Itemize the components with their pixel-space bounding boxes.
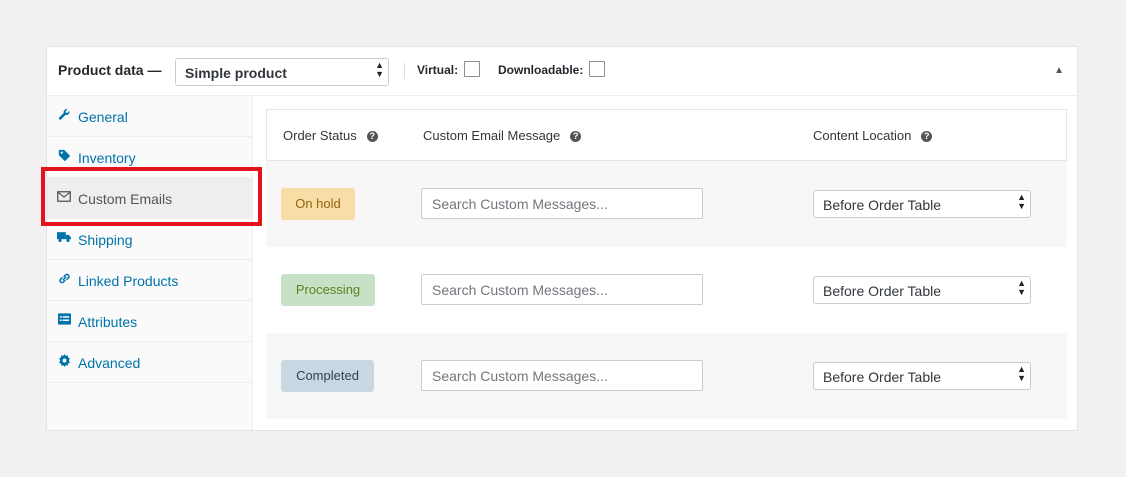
truck-icon bbox=[57, 230, 71, 244]
header-divider bbox=[404, 63, 405, 79]
tab-inventory[interactable]: Inventory bbox=[47, 137, 252, 178]
tab-label: Advanced bbox=[78, 355, 141, 371]
downloadable-checkbox[interactable] bbox=[589, 61, 605, 77]
status-badge: On hold bbox=[281, 188, 355, 220]
select-arrows-icon: ▲ ▼ bbox=[375, 60, 384, 79]
tag-icon bbox=[57, 148, 71, 162]
content-location-value: Before Order Table bbox=[823, 369, 942, 385]
column-header-content-location: Content Location? bbox=[813, 128, 933, 143]
tab-custom-emails[interactable]: Custom Emails bbox=[47, 178, 252, 219]
product-type-select[interactable]: Simple product ▲ ▼ bbox=[175, 58, 389, 86]
content-location-select[interactable]: Before Order Table ▲ ▼ bbox=[813, 276, 1031, 304]
tab-label: Attributes bbox=[78, 314, 138, 330]
tab-label: Custom Emails bbox=[78, 191, 173, 207]
tab-label: Shipping bbox=[78, 232, 133, 248]
tab-linked-products[interactable]: Linked Products bbox=[47, 260, 252, 301]
link-icon bbox=[57, 271, 71, 285]
product-data-panel: Product data — Simple product ▲ ▼ Virtual… bbox=[41, 46, 1078, 431]
help-icon[interactable]: ? bbox=[570, 131, 582, 142]
status-badge: Completed bbox=[281, 360, 374, 392]
column-header-label: Order Status bbox=[283, 128, 357, 143]
content-location-value: Before Order Table bbox=[823, 197, 942, 213]
tab-general[interactable]: General bbox=[47, 96, 252, 137]
content-location-select[interactable]: Before Order Table ▲ ▼ bbox=[813, 362, 1031, 390]
column-header-custom-email-message: Custom Email Message? bbox=[423, 128, 582, 143]
table-row: Completed Before Order Table ▲▼ bbox=[266, 333, 1067, 419]
select-arrows-icon: ▲ ▼ bbox=[1017, 192, 1026, 211]
custom-message-search-input[interactable] bbox=[421, 188, 703, 219]
tab-label: Linked Products bbox=[78, 273, 179, 289]
panel-title: Product data — bbox=[58, 62, 162, 78]
list-icon bbox=[57, 312, 71, 326]
select-arrows-icon: ▲ ▼ bbox=[1017, 278, 1026, 297]
content-location-select[interactable]: Before Order Table ▲ ▼ bbox=[813, 190, 1031, 218]
downloadable-label: Downloadable: bbox=[498, 63, 584, 77]
custom-message-search-input[interactable] bbox=[421, 274, 703, 305]
tab-attributes[interactable]: Attributes bbox=[47, 301, 252, 342]
tab-label: General bbox=[78, 109, 128, 125]
content-location-value: Before Order Table bbox=[823, 283, 942, 299]
table-header: Order Status? Custom Email Message? Cont… bbox=[266, 109, 1067, 161]
custom-message-search-input[interactable] bbox=[421, 360, 703, 391]
table-row: On hold Before Order Table ▲▼ bbox=[266, 161, 1067, 247]
column-header-label: Content Location bbox=[813, 128, 912, 143]
tab-label: Inventory bbox=[78, 150, 136, 166]
virtual-label: Virtual: bbox=[417, 63, 459, 77]
table-row: Processing Before Order Table ▲▼ bbox=[266, 247, 1067, 333]
help-icon[interactable]: ? bbox=[921, 131, 933, 142]
column-header-label: Custom Email Message bbox=[423, 128, 561, 143]
product-type-value: Simple product bbox=[185, 65, 287, 81]
help-icon[interactable]: ? bbox=[366, 131, 378, 142]
gear-icon bbox=[57, 353, 71, 367]
status-badge: Processing bbox=[281, 274, 375, 306]
panel-header: Product data — Simple product ▲ ▼ Virtual… bbox=[47, 47, 1077, 96]
product-data-tabs: General Inventory Custom Emails Shipping… bbox=[47, 96, 253, 430]
column-header-order-status: Order Status? bbox=[283, 128, 378, 143]
tab-shipping[interactable]: Shipping bbox=[47, 219, 252, 260]
tab-advanced[interactable]: Advanced bbox=[47, 342, 252, 383]
select-arrows-icon: ▲ ▼ bbox=[1017, 364, 1026, 383]
virtual-checkbox[interactable] bbox=[464, 61, 480, 77]
collapse-arrow-icon[interactable]: ▲ bbox=[1054, 65, 1064, 76]
envelope-icon bbox=[57, 189, 71, 203]
wrench-icon bbox=[57, 107, 71, 121]
